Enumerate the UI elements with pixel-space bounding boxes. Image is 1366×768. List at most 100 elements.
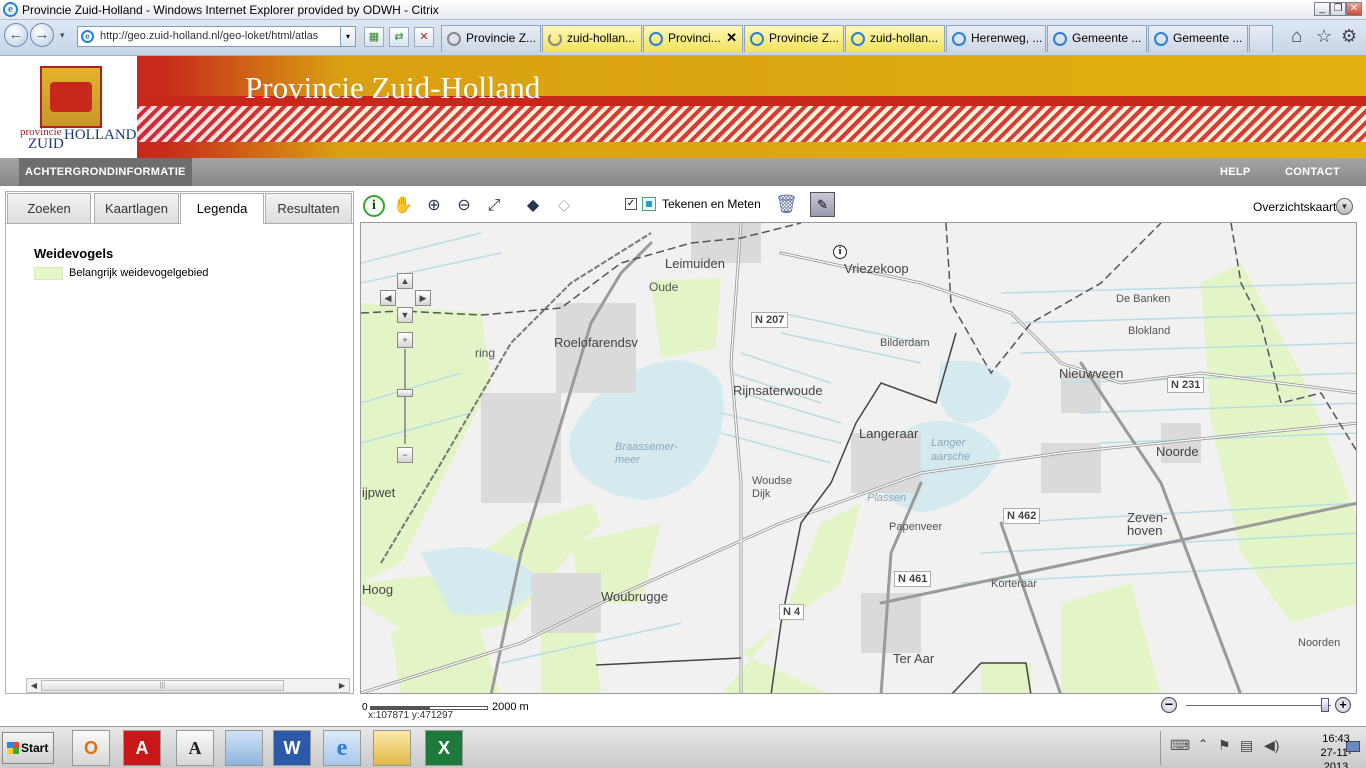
- new-tab-button[interactable]: [1249, 25, 1273, 52]
- scroll-left-arrow[interactable]: ◀: [27, 679, 41, 692]
- explorer-app-icon[interactable]: [373, 730, 411, 766]
- previous-extent-icon[interactable]: ◆: [522, 195, 544, 217]
- stop-icon[interactable]: ✕: [414, 27, 434, 47]
- map-zoom-in-button[interactable]: +: [397, 332, 413, 348]
- trash-icon[interactable]: 🗑: [775, 194, 798, 216]
- tray-expand-icon[interactable]: ⌃: [1198, 737, 1208, 751]
- start-button[interactable]: Start: [2, 732, 54, 764]
- refresh-icon[interactable]: ⇄: [389, 27, 409, 47]
- tab-5[interactable]: zuid-hollan...: [845, 25, 945, 52]
- notes-app-icon[interactable]: [225, 730, 263, 766]
- pan-down-button[interactable]: ▼: [397, 307, 413, 323]
- map-graphic: [361, 223, 1356, 693]
- map-zoom-out-button[interactable]: −: [397, 447, 413, 463]
- minimize-button[interactable]: _: [1314, 2, 1330, 16]
- zoom-slider-handle[interactable]: [397, 389, 413, 397]
- scale-label: 2000 m: [492, 701, 529, 713]
- scale-zero: 0: [362, 702, 368, 713]
- tab-zoeken[interactable]: Zoeken: [7, 193, 91, 224]
- tab-close-icon[interactable]: ✕: [726, 26, 737, 50]
- zoom-bar-track[interactable]: [1186, 705, 1331, 706]
- address-dropdown-button[interactable]: ▾: [340, 26, 356, 47]
- system-clock[interactable]: 16:43 27-11-2013: [1312, 732, 1360, 768]
- label-oude: Oude: [649, 280, 679, 294]
- edit-draw-icon[interactable]: ✎: [810, 192, 835, 217]
- tab-icon: [447, 32, 461, 46]
- tekenen-checkbox[interactable]: ✓: [625, 198, 637, 210]
- home-icon[interactable]: ⌂: [1291, 26, 1302, 48]
- tools-icon[interactable]: ⚙: [1341, 26, 1357, 47]
- scroll-thumb[interactable]: |||: [41, 680, 284, 691]
- internet-explorer-app-icon[interactable]: e: [323, 730, 361, 766]
- zoom-out-tool-icon[interactable]: ⊖: [453, 195, 475, 217]
- window-title-bar: e Provincie Zuid-Holland - Windows Inter…: [0, 0, 1366, 20]
- road-label-n461: N 461: [894, 571, 932, 587]
- label-hoven: hoven: [1127, 523, 1163, 538]
- forward-button[interactable]: →: [30, 23, 54, 47]
- tab-6[interactable]: Herenweg, ...: [946, 25, 1046, 52]
- volume-icon[interactable]: ◀): [1264, 737, 1279, 754]
- nav-contact[interactable]: CONTACT: [1285, 158, 1340, 186]
- zoom-bar-plus-button[interactable]: +: [1335, 697, 1351, 713]
- favorites-icon[interactable]: ☆: [1316, 26, 1332, 47]
- label-ter-aar: Ter Aar: [893, 651, 935, 666]
- tab-icon: [1053, 32, 1067, 46]
- label-vriezekoop: Vriezekoop: [844, 261, 909, 276]
- tab-resultaten[interactable]: Resultaten: [265, 193, 352, 224]
- label-noorden: Noorden: [1298, 637, 1341, 649]
- tab-2[interactable]: zuid-hollan...: [542, 25, 642, 52]
- scroll-right-arrow[interactable]: ▶: [335, 679, 349, 692]
- back-button[interactable]: ←: [4, 23, 28, 47]
- road-label-n4: N 4: [779, 604, 805, 620]
- water-label-langeraarsche-1: Langer: [931, 437, 966, 449]
- tab-icon: [750, 32, 764, 46]
- panel-horizontal-scrollbar[interactable]: ◀ ||| ▶: [26, 678, 350, 693]
- tab-legenda[interactable]: Legenda: [180, 193, 264, 224]
- network-icon[interactable]: ▤: [1240, 737, 1253, 754]
- tab-3-active[interactable]: Provinci... ✕: [643, 25, 743, 52]
- close-window-button[interactable]: ✕: [1346, 2, 1362, 16]
- tab-kaartlagen[interactable]: Kaartlagen: [94, 193, 179, 224]
- excel-app-icon[interactable]: X: [425, 730, 463, 766]
- keyboard-icon[interactable]: ⌨: [1170, 737, 1190, 754]
- info-tool-button[interactable]: i: [363, 195, 385, 217]
- tab-8[interactable]: Gemeente ...: [1148, 25, 1248, 52]
- action-center-flag-icon[interactable]: ⚑: [1218, 737, 1231, 754]
- full-extent-icon[interactable]: ⤢: [483, 195, 505, 217]
- acrobat-app-icon[interactable]: A: [123, 730, 161, 766]
- label-noorde: Noorde: [1156, 444, 1199, 459]
- font-app-icon[interactable]: A: [176, 730, 214, 766]
- address-bar[interactable]: e http://geo.zuid-holland.nl/geo-loket/h…: [77, 26, 347, 47]
- map-canvas[interactable]: ▲ ◀ ▶ ▼ + − Leimuiden Oude Vriezekoop Ro…: [360, 222, 1357, 694]
- logo-zuid: ZUID: [28, 136, 64, 152]
- compatibility-view-icon[interactable]: ▦: [364, 27, 384, 47]
- label-ijpwet: ijpwet: [362, 485, 396, 500]
- main-nav: ACHTERGRONDINFORMATIE HELP CONTACT: [0, 158, 1366, 186]
- windows-logo-icon: [7, 742, 19, 754]
- info-cursor-icon: i: [833, 245, 847, 259]
- zoom-bar-handle[interactable]: [1321, 698, 1329, 712]
- tab-4[interactable]: Provincie Z...: [744, 25, 844, 52]
- zoom-bar-minus-button[interactable]: −: [1161, 697, 1177, 713]
- nav-achtergrondinformatie[interactable]: ACHTERGRONDINFORMATIE: [19, 158, 192, 186]
- province-logo[interactable]: provincie ZUID HOLLAND: [0, 56, 137, 158]
- pan-up-button[interactable]: ▲: [397, 273, 413, 289]
- nav-help[interactable]: HELP: [1220, 158, 1251, 186]
- tab-7[interactable]: Gemeente ...: [1047, 25, 1147, 52]
- next-extent-icon[interactable]: ◇: [553, 195, 575, 217]
- tab-icon: [952, 32, 966, 46]
- address-text: http://geo.zuid-holland.nl/geo-loket/htm…: [100, 30, 319, 42]
- outlook-app-icon[interactable]: O: [72, 730, 110, 766]
- overview-toggle-button[interactable]: ▼: [1336, 198, 1353, 215]
- pan-hand-icon[interactable]: ✋: [392, 195, 414, 217]
- water-label-braassemermeer-1: Braassemer-: [615, 441, 678, 453]
- restore-button[interactable]: ❐: [1330, 2, 1346, 16]
- pan-right-button[interactable]: ▶: [415, 290, 431, 306]
- history-dropdown-icon[interactable]: ▾: [60, 30, 65, 41]
- clock-time: 16:43: [1322, 733, 1350, 745]
- zoom-in-tool-icon[interactable]: ⊕: [423, 195, 445, 217]
- tab-1[interactable]: Provincie Z...: [441, 25, 541, 52]
- pan-left-button[interactable]: ◀: [380, 290, 396, 306]
- label-roelofarendsv: Roelofarendsv: [554, 335, 638, 350]
- word-app-icon[interactable]: W: [273, 730, 311, 766]
